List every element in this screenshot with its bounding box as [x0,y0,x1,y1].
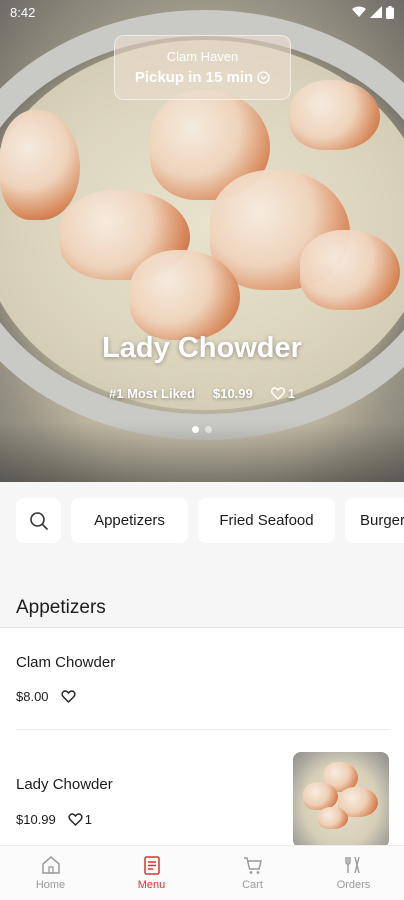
crab-meat [0,110,80,220]
divider [16,729,390,730]
menu-item-meta: $10.99 1 [16,812,92,827]
category-bar: Appetizers Fried Seafood Burgers [0,482,404,570]
wifi-icon [352,6,366,17]
category-chip-appetizers[interactable]: Appetizers [71,498,188,543]
nav-cart[interactable]: Cart [202,846,303,900]
cart-icon [243,857,262,874]
nav-home-label: Home [35,879,66,891]
store-name: Clam Haven [166,49,239,64]
menu-book-icon [143,856,160,875]
orders-icon [344,856,360,874]
heart-icon [270,387,285,400]
heart-icon [68,813,83,826]
heart-icon [60,690,76,703]
category-chip-fried-seafood[interactable]: Fried Seafood [198,498,335,543]
store-pickup-chip[interactable]: Clam Haven Pickup in 15 min [114,35,291,100]
menu-item-price: $8.00 [16,689,49,704]
menu-item-price: $10.99 [16,812,56,827]
nav-menu-label: Menu [137,879,166,891]
pickup-time: Pickup in 15 min [115,69,290,86]
crab-meat [130,250,240,340]
status-time: 8:42 [10,4,36,20]
signal-icon [370,6,382,18]
menu-item-meta: $8.00 [16,689,78,704]
crab-meat [290,80,380,150]
battery-icon [386,5,394,19]
bottom-navigation: Home Menu Cart Orders [0,845,404,900]
featured-item-title: Lady Chowder [102,332,302,364]
status-icons [352,5,394,19]
menu-item-likes[interactable]: 1 [68,812,92,827]
menu-item-thumbnail[interactable] [293,752,389,848]
carousel-indicator [0,426,404,433]
menu-search-button[interactable] [16,498,61,543]
category-chip-burgers[interactable]: Burgers [345,498,404,543]
featured-like-count: 1 [287,386,295,401]
menu-item-likes[interactable] [60,690,78,703]
divider [0,627,404,628]
featured-price: $10.99 [212,386,253,401]
carousel-dot[interactable] [205,426,212,433]
nav-orders[interactable]: Orders [303,846,404,900]
pickup-text: Pickup in 15 min [134,69,254,86]
crab-meat [318,807,348,829]
chevron-down-circle-icon [257,71,270,84]
crab-meat [300,230,400,310]
section-title: Appetizers [16,597,106,618]
status-bar: 8:42 [0,0,404,24]
search-icon [29,511,48,530]
carousel-dot[interactable] [192,426,199,433]
nav-orders-label: Orders [336,879,371,891]
featured-rank: #1 Most Liked [109,386,195,401]
nav-menu[interactable]: Menu [101,846,202,900]
crab-meat [303,782,338,810]
menu-item-like-count: 1 [84,812,92,827]
home-icon [41,856,60,874]
nav-cart-label: Cart [242,879,263,891]
nav-home[interactable]: Home [0,846,101,900]
featured-likes[interactable]: 1 [270,386,295,401]
menu-item-name[interactable]: Lady Chowder [16,776,113,793]
menu-item-name[interactable]: Clam Chowder [16,654,115,671]
featured-item-meta: #1 Most Liked $10.99 1 [0,386,404,401]
